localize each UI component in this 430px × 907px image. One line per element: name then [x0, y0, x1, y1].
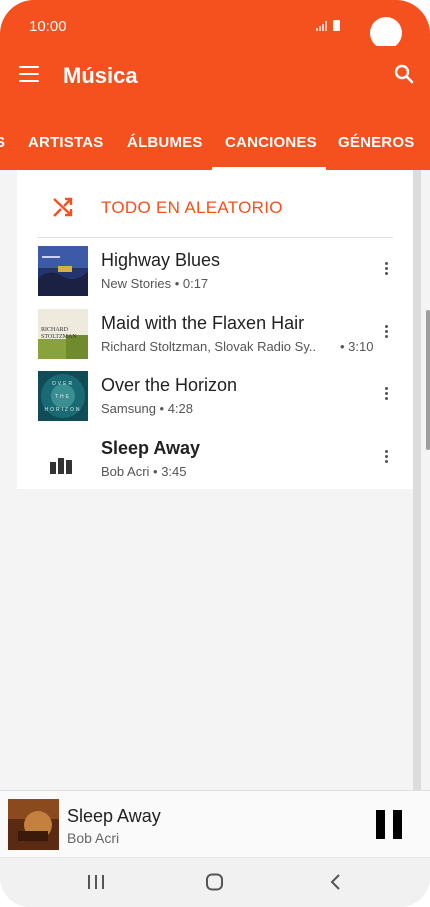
- song-row[interactable]: OVER THE HORIZON Over the Horizon Samsun…: [17, 367, 413, 429]
- recents-icon[interactable]: [86, 873, 106, 891]
- app-bar: Música S ARTISTAS ÁLBUMES CANCIONES GÉNE…: [0, 46, 430, 170]
- shuffle-all-button[interactable]: TODO EN ALEATORIO: [17, 170, 413, 237]
- mini-player[interactable]: Sleep Away Bob Acri: [0, 790, 430, 857]
- scrollbar[interactable]: [413, 170, 421, 790]
- album-art: RICHARD STOLTZMAN: [38, 309, 88, 359]
- search-icon[interactable]: [392, 62, 416, 86]
- battery-icon: [333, 20, 340, 31]
- song-row[interactable]: RICHARD STOLTZMAN Maid with the Flaxen H…: [17, 305, 413, 367]
- tab-albums[interactable]: ÁLBUMES: [127, 134, 203, 151]
- album-art: [38, 246, 88, 296]
- song-row-now-playing[interactable]: Sleep Away Bob Acri • 3:45: [17, 430, 413, 492]
- album-art: [8, 799, 59, 850]
- navigation-bar: [0, 857, 430, 907]
- tab-bar: S ARTISTAS ÁLBUMES CANCIONES GÉNEROS: [0, 120, 430, 170]
- song-duration: • 3:10: [340, 339, 374, 354]
- song-subtitle: New Stories • 0:17: [101, 276, 209, 291]
- song-title: Sleep Away: [101, 438, 201, 458]
- song-subtitle: Samsung • 4:28: [101, 401, 193, 416]
- tab-genres[interactable]: GÉNEROS: [338, 134, 414, 151]
- song-title: Highway Blues: [101, 250, 221, 270]
- status-bar: 10:00: [0, 0, 430, 49]
- more-vertical-icon[interactable]: [385, 450, 389, 466]
- page-title: Música: [63, 63, 138, 88]
- front-camera: [370, 17, 402, 49]
- divider: [37, 237, 393, 238]
- phone-screen: 10:00 Música S ARTISTAS ÁLBUMES CANCIONE…: [0, 0, 430, 907]
- tab-songs[interactable]: CANCIONES: [225, 134, 317, 151]
- song-title: Maid with the Flaxen Hair: [101, 313, 305, 333]
- song-list: TODO EN ALEATORIO Highway Blues New Stor…: [17, 170, 413, 489]
- more-vertical-icon[interactable]: [385, 387, 389, 403]
- equalizer-icon: [50, 458, 72, 474]
- more-vertical-icon[interactable]: [385, 325, 389, 341]
- shuffle-label: TODO EN ALEATORIO: [101, 198, 283, 217]
- album-art-text: THE: [55, 394, 71, 400]
- status-time: 10:00: [29, 18, 67, 35]
- album-art-text: RICHARD: [41, 327, 69, 333]
- tab-playlists[interactable]: S: [0, 134, 5, 151]
- home-icon[interactable]: [205, 873, 225, 891]
- pause-icon[interactable]: [376, 810, 402, 839]
- back-icon[interactable]: [328, 873, 344, 891]
- song-row[interactable]: Highway Blues New Stories • 0:17: [17, 242, 413, 304]
- more-vertical-icon[interactable]: [385, 262, 389, 278]
- album-art-text: STOLTZMAN: [41, 334, 77, 340]
- album-art-text: OVER: [52, 381, 74, 387]
- album-art-text: HORIZON: [44, 407, 81, 413]
- player-artist: Bob Acri: [67, 830, 120, 846]
- player-title: Sleep Away: [67, 806, 161, 826]
- song-subtitle: Richard Stoltzman, Slovak Radio Sy..: [101, 339, 317, 354]
- tab-artists[interactable]: ARTISTAS: [28, 134, 104, 151]
- edge-panel-handle[interactable]: [426, 310, 430, 450]
- song-subtitle: Bob Acri • 3:45: [101, 464, 187, 479]
- album-art: OVER THE HORIZON: [38, 371, 88, 421]
- shuffle-icon: [53, 197, 73, 217]
- song-title: Over the Horizon: [101, 375, 238, 395]
- hamburger-icon[interactable]: [19, 66, 39, 82]
- signal-icon: [316, 21, 327, 31]
